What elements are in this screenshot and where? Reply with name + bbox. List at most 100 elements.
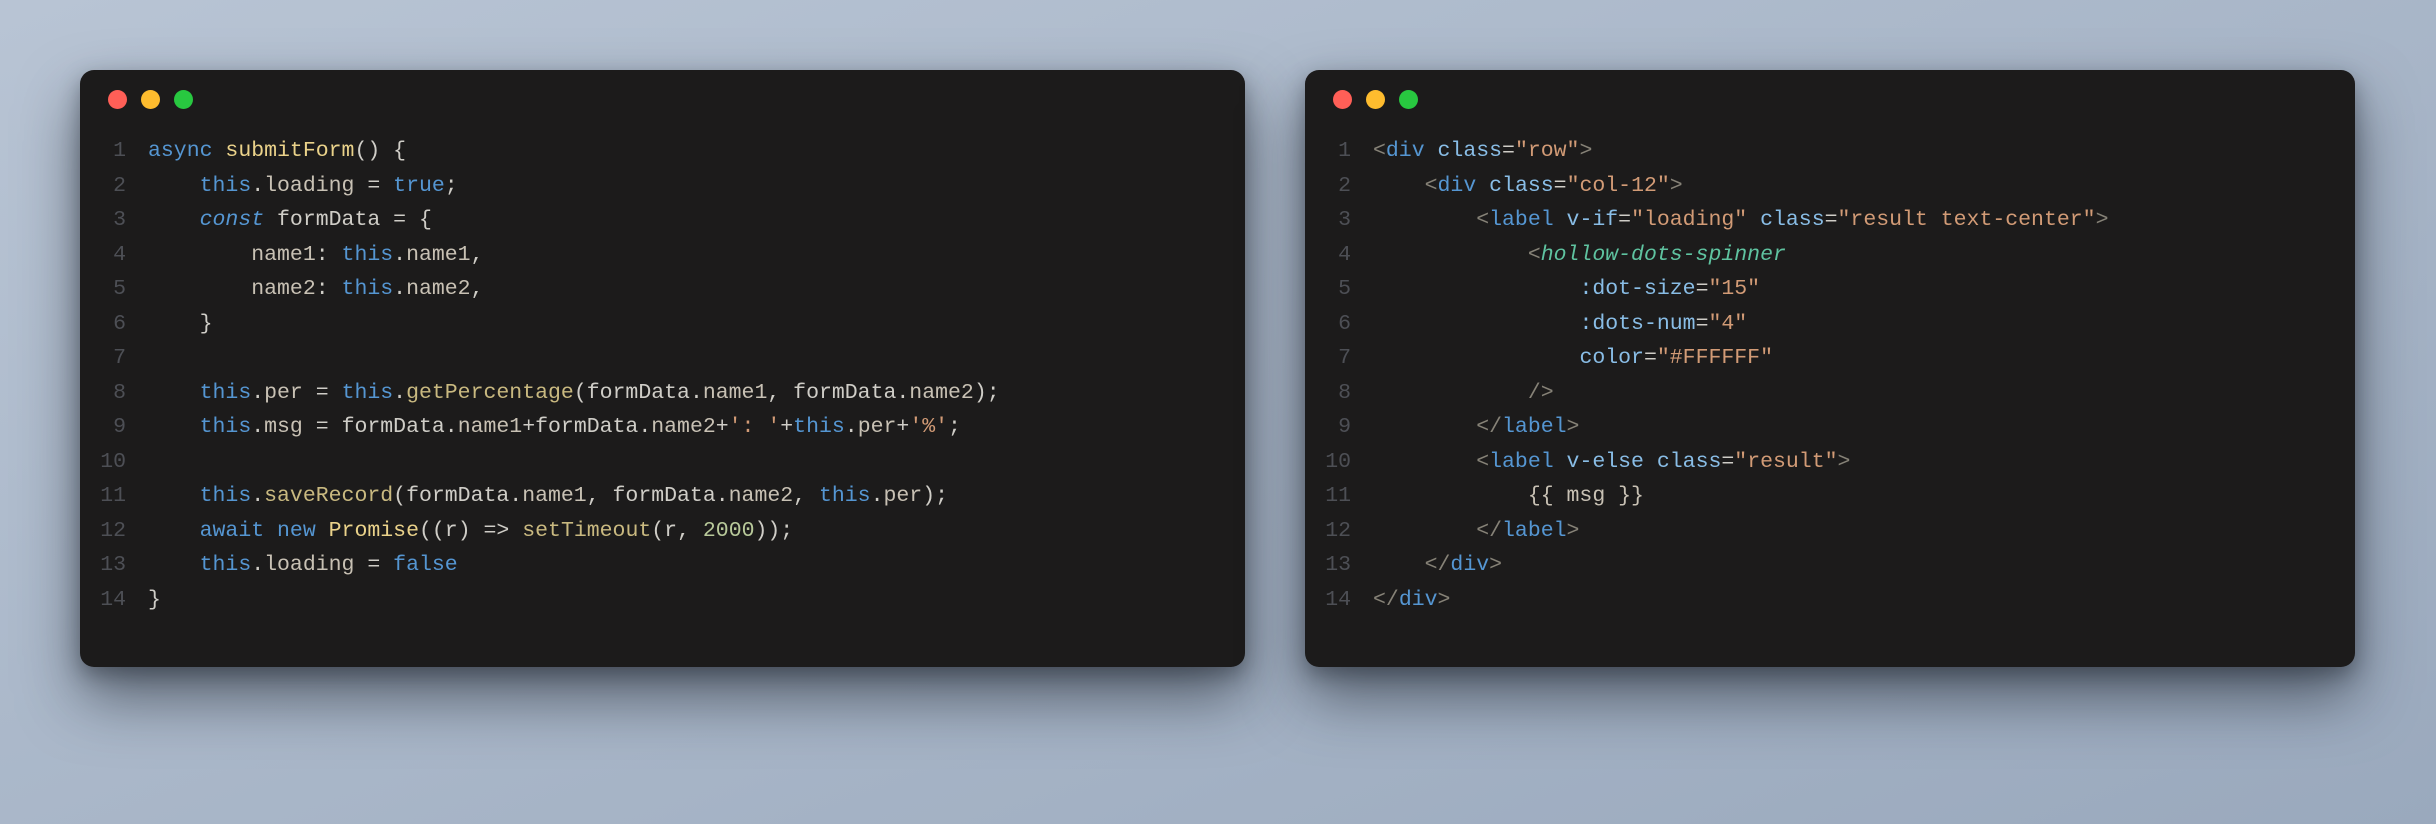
- token-tag: label: [1489, 208, 1554, 232]
- code-line: </div>: [1373, 553, 1502, 577]
- token-prop: name1: [406, 243, 471, 267]
- code-body[interactable]: async submitForm() { this.loading = true…: [148, 134, 1245, 617]
- token-punct: ,: [471, 277, 484, 301]
- token-str: "15": [1708, 277, 1760, 301]
- code-line: }: [148, 588, 161, 612]
- token-tag-br: </: [1425, 553, 1451, 577]
- token-eq: =: [1644, 346, 1657, 370]
- code-window-html: 1 2 3 4 5 6 7 8 9 10 11 12 13 14 <div cl…: [1305, 70, 2355, 667]
- minimize-icon[interactable]: [141, 90, 160, 109]
- token-punct: .: [445, 415, 458, 439]
- token-key: this: [342, 277, 394, 301]
- token-punct: ,: [587, 484, 600, 508]
- token-tag-br: </: [1476, 519, 1502, 543]
- token-punct: .: [871, 484, 884, 508]
- token-prop: name1: [251, 243, 316, 267]
- token-punct: ));: [755, 519, 794, 543]
- token-tag-br: </: [1476, 415, 1502, 439]
- code-line: const formData = {: [148, 208, 432, 232]
- close-icon[interactable]: [108, 90, 127, 109]
- token-op: =: [316, 381, 329, 405]
- token-tag-br: <: [1476, 450, 1489, 474]
- code-line: />: [1373, 381, 1554, 405]
- code-line: <label v-else class="result">: [1373, 450, 1850, 474]
- token-bool: false: [393, 553, 458, 577]
- token-punct: .: [251, 415, 264, 439]
- token-tag: div: [1438, 174, 1477, 198]
- token-tag-br: >: [1579, 139, 1592, 163]
- token-eq: =: [1554, 174, 1567, 198]
- token-op: =: [367, 174, 380, 198]
- token-tag: div: [1386, 139, 1425, 163]
- token-punct: .: [638, 415, 651, 439]
- token-ident: formData: [277, 208, 380, 232]
- code-line: </label>: [1373, 519, 1579, 543]
- token-punct: .: [845, 415, 858, 439]
- code-line: this.saveRecord(formData.name1, formData…: [148, 484, 948, 508]
- token-prop: name2: [729, 484, 794, 508]
- code-line: :dots-num="4": [1373, 312, 1747, 336]
- token-eq: =: [1825, 208, 1838, 232]
- code-line: this.loading = false: [148, 553, 458, 577]
- code-line: {{ msg }}: [1373, 484, 1644, 508]
- code-line: }: [148, 312, 213, 336]
- token-type: hollow-dots-spinner: [1541, 243, 1786, 267]
- token-key-it: const: [200, 208, 265, 232]
- code-line: color="#FFFFFF": [1373, 346, 1773, 370]
- token-num: 2000: [703, 519, 755, 543]
- code-line: name1: this.name1,: [148, 243, 483, 267]
- token-str: "row": [1515, 139, 1580, 163]
- line-gutter: 1 2 3 4 5 6 7 8 9 10 11 12 13 14: [80, 134, 148, 617]
- token-eq: =: [1502, 139, 1515, 163]
- token-tag: label: [1489, 450, 1554, 474]
- token-key: this: [819, 484, 871, 508]
- token-prop: per: [883, 484, 922, 508]
- token-punct: .: [690, 381, 703, 405]
- token-key: this: [200, 553, 252, 577]
- token-prop: name2: [251, 277, 316, 301]
- token-punct: ;: [948, 415, 961, 439]
- token-prop: name1: [522, 484, 587, 508]
- token-punct: ): [458, 519, 471, 543]
- code-line: <div class="col-12">: [1373, 174, 1683, 198]
- token-key: this: [200, 484, 252, 508]
- minimize-icon[interactable]: [1366, 90, 1385, 109]
- token-prop: per: [264, 381, 303, 405]
- code-body[interactable]: <div class="row"> <div class="col-12"> <…: [1373, 134, 2355, 617]
- token-tag: div: [1399, 588, 1438, 612]
- token-punct: {: [393, 139, 406, 163]
- token-tag: label: [1502, 415, 1567, 439]
- token-tag-br: >: [1838, 450, 1851, 474]
- token-op: +: [522, 415, 535, 439]
- token-punct: .: [393, 243, 406, 267]
- token-key: new: [277, 519, 316, 543]
- token-key: async: [148, 139, 213, 163]
- close-icon[interactable]: [1333, 90, 1352, 109]
- code-line: :dot-size="15": [1373, 277, 1760, 301]
- token-str: ': ': [729, 415, 781, 439]
- code-editor[interactable]: 1 2 3 4 5 6 7 8 9 10 11 12 13 14 <div cl…: [1305, 128, 2355, 667]
- token-ident: r: [445, 519, 458, 543]
- titlebar: [1305, 70, 2355, 128]
- token-op: =: [316, 415, 329, 439]
- token-fn: Promise: [329, 519, 419, 543]
- token-key: await: [200, 519, 265, 543]
- token-punct: .: [509, 484, 522, 508]
- code-editor[interactable]: 1 2 3 4 5 6 7 8 9 10 11 12 13 14 async s…: [80, 128, 1245, 667]
- token-punct: ,: [471, 243, 484, 267]
- token-punct: );: [922, 484, 948, 508]
- token-ident: formData: [793, 381, 896, 405]
- zoom-icon[interactable]: [174, 90, 193, 109]
- token-str: "#FFFFFF": [1657, 346, 1773, 370]
- token-punct: (: [574, 381, 587, 405]
- token-punct: .: [393, 277, 406, 301]
- line-gutter: 1 2 3 4 5 6 7 8 9 10 11 12 13 14: [1305, 134, 1373, 617]
- code-line: name2: this.name2,: [148, 277, 483, 301]
- token-punct: :: [316, 243, 329, 267]
- token-eq: =: [1696, 312, 1709, 336]
- token-str: "col-12": [1567, 174, 1670, 198]
- token-attr: v-else: [1567, 450, 1644, 474]
- token-tag: label: [1502, 519, 1567, 543]
- token-call: setTimeout: [522, 519, 651, 543]
- zoom-icon[interactable]: [1399, 90, 1418, 109]
